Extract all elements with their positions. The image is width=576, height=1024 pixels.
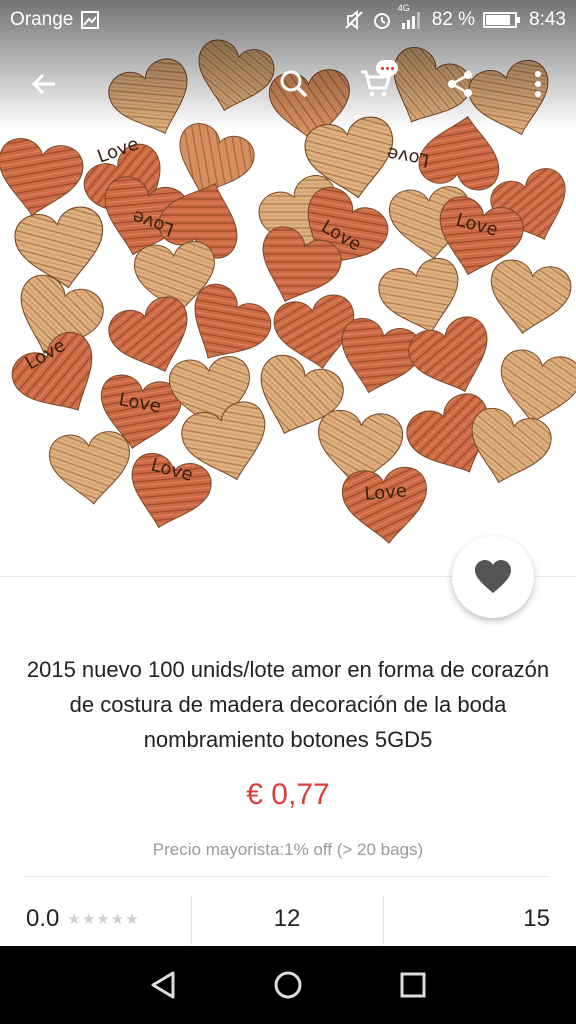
nav-recents-button[interactable] <box>378 950 448 1020</box>
more-options-button[interactable] <box>508 54 568 114</box>
rating-stars: ★ ★ ★ ★ ★ <box>67 912 138 927</box>
product-title: 2015 nuevo 100 unids/lote amor en forma … <box>26 657 550 752</box>
rating-summary[interactable]: 0.0 ★ ★ ★ ★ ★ <box>26 895 139 943</box>
cart-badge <box>376 60 398 76</box>
search-button[interactable] <box>264 54 324 114</box>
star-icon: ★ <box>67 910 81 928</box>
nav-back-icon <box>151 971 175 999</box>
stats-divider <box>24 876 550 877</box>
clock: 8:43 <box>529 9 566 30</box>
nav-home-icon <box>274 971 302 999</box>
more-vert-icon <box>535 71 541 97</box>
nav-home-button[interactable] <box>253 950 323 1020</box>
svg-text:Love: Love <box>364 480 408 505</box>
battery-percent: 82 % <box>431 9 476 30</box>
back-button[interactable] <box>14 54 74 114</box>
heart-icon <box>475 560 511 593</box>
stats-row: 0.0 ★ ★ ★ ★ ★ 12 15 <box>0 895 576 945</box>
rating-value: 0.0 <box>26 905 60 932</box>
mute-icon <box>344 10 364 30</box>
back-arrow-icon <box>31 73 55 95</box>
carrier-label: Orange <box>10 9 74 30</box>
product-price: € 0,77 <box>246 778 330 811</box>
orders-count[interactable]: 12 <box>192 895 382 943</box>
star-icon: ★ <box>110 910 125 928</box>
cart-button[interactable] <box>346 54 406 114</box>
app-toolbar <box>0 54 576 114</box>
share-icon <box>448 71 472 97</box>
wholesale-price-note: Precio mayorista:1% off (> 20 bags) <box>152 840 424 859</box>
alarm-icon <box>372 10 392 30</box>
status-bar: Orange 4G 82 % 8:43 <box>0 0 576 40</box>
signal-icon: 4G <box>398 3 424 30</box>
search-icon <box>280 70 308 98</box>
image-notification-icon <box>81 11 100 29</box>
wishlist-count[interactable]: 15 <box>384 895 550 943</box>
star-icon: ★ <box>96 910 110 928</box>
battery-icon <box>483 11 521 29</box>
nav-back-button[interactable] <box>128 950 198 1020</box>
star-icon: ★ <box>125 910 139 928</box>
nav-recents-icon <box>400 972 426 998</box>
wishlist-button[interactable] <box>452 536 534 618</box>
system-nav-bar <box>0 946 576 1024</box>
share-button[interactable] <box>430 54 490 114</box>
star-icon: ★ <box>81 910 96 928</box>
